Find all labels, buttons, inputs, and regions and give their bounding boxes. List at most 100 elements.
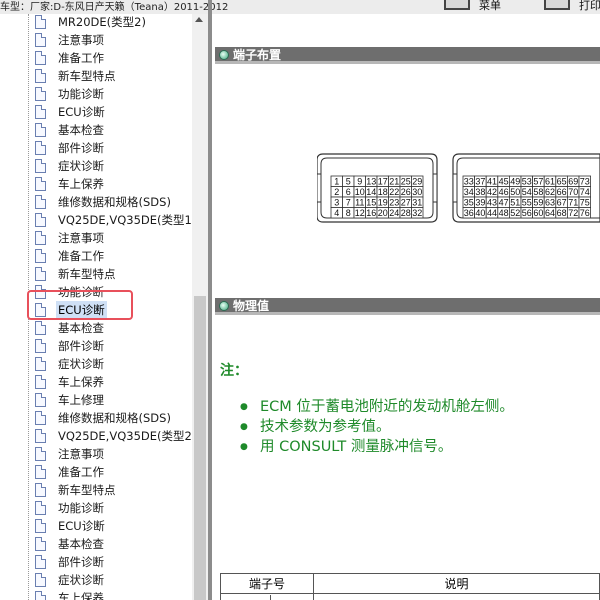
pin-number: 29 [412,177,422,187]
menu-button[interactable]: 菜单 [444,0,501,12]
left-pin-grid: 1 5 9 13 17 21 25 292 6 10 14 18 22 26 303 7 11 15 19 23 27 3… [330,175,424,219]
document-icon [35,483,46,497]
pin-number: 33 [464,177,474,187]
tree-item-label: 症状诊断 [58,573,104,587]
pin-number: 20 [378,208,388,218]
pin-number: 10 [355,187,365,197]
tree-item-label: 部件诊断 [58,141,104,155]
pin-number: 63 [545,198,555,208]
tree-item-label: ECU诊断 [58,519,105,533]
pin-number: 62 [545,187,555,197]
navigation-tree: MR20DE(类型2) 注意事项 准备工作 新车型特点 功能诊断 ECU诊断 基本检查 部件诊… [0,14,208,600]
section-header-physical-values: 物理值 [215,298,600,315]
pin-number: 70 [568,187,578,197]
document-icon [35,591,46,600]
pin-number: 61 [545,177,555,187]
tree-scrollbar[interactable] [192,14,208,600]
document-icon [35,33,46,47]
pin-number: 28 [401,208,411,218]
section-title: 物理值 [233,299,270,313]
pin-number: 67 [557,198,567,208]
pin-number: 51 [510,198,520,208]
document-icon [35,573,46,587]
tree-item-label: VQ25DE,VQ35DE(类型2) [58,429,197,443]
tree-item-label: 维修数据和规格(SDS) [58,195,171,209]
pin-number: 75 [580,198,590,208]
pin-number: 25 [401,177,411,187]
tree-item-label: 维修数据和规格(SDS) [58,411,171,425]
pin-number: 14 [366,187,376,197]
pin-number: 49 [510,177,520,187]
pin-number: 34 [464,187,474,197]
tree-item-label: ECU诊断 [58,105,105,119]
content-pane: 端子布置 1 5 9 13 17 21 25 29 2 6 10 14 18 22 26 30 3 7 11 15 19… [212,14,600,600]
right-pin-grid: 33 37 41 45 49 53 57 61 65 69 73 34 38 42 46 50 54 58 62 66… [462,175,592,219]
app-window: 车型：厂家:D-东风日产天籁（Teana）2011-2012 菜单 打印 MR2… [0,0,600,600]
pin-number: 1 [334,177,339,187]
pin-number: 16 [366,208,376,218]
note-item: 用 CONSULT 测量脉冲信号。 [240,437,514,457]
selection-highlight-box [27,290,133,320]
pin-number: 4 [334,208,339,218]
scroll-thumb[interactable] [194,296,206,600]
pin-number: 21 [389,177,399,187]
terminal-no-header: 端子号 [220,573,314,594]
pin-number: 45 [499,177,509,187]
section-title: 端子布置 [233,48,282,62]
pin-number: 66 [557,187,567,197]
tree-item-label: MR20DE(类型2) [58,15,146,29]
tree-item-label: 基本检查 [58,321,104,335]
print-button[interactable]: 打印 [544,0,600,12]
pin-number: 26 [401,187,411,197]
pin-number: 30 [412,187,422,197]
tree-item-label: 注意事项 [58,33,104,47]
pin-number: 35 [464,198,474,208]
pin-number: 64 [545,208,555,218]
tree-item-label: VQ25DE,VQ35DE(类型1) [58,213,197,227]
pin-number: 46 [499,187,509,197]
pin-number: 3 [334,198,339,208]
print-button-label: 打印 [579,0,600,12]
pin-number: 76 [580,208,590,218]
pin-number: 43 [487,198,497,208]
connector-left: 1 5 9 13 17 21 25 292 6 10 14 18 22 26 303 7 11 15 19 23 27 3… [317,153,438,223]
tree-item-label: 基本检查 [58,123,104,137]
pin-number: 11 [355,198,364,208]
pin-number: 37 [475,177,485,187]
document-icon [35,267,46,281]
pin-number: 50 [510,187,520,197]
note-label: 注： [220,363,248,379]
tree-item-label: 准备工作 [58,465,104,479]
document-icon [35,69,46,83]
document-icon [35,519,46,533]
pin-number: 6 [346,187,351,197]
document-icon [35,231,46,245]
pin-number: 38 [475,187,485,197]
pin-number: 13 [366,177,376,187]
document-icon [35,393,46,407]
pin-number: 52 [510,208,520,218]
tree-item-label: 车上保养 [58,591,104,600]
pin-number: 58 [533,187,543,197]
scroll-up-icon[interactable] [195,17,203,22]
print-icon [544,0,570,10]
tree-item-label: 车上修理 [58,393,104,407]
pin-number: 56 [522,208,532,218]
pin-number: 41 [487,177,497,187]
section-header-terminal-layout: 端子布置 [215,47,600,64]
tree-item-label: 功能诊断 [58,501,104,515]
tree-item-label: 部件诊断 [58,555,104,569]
tree-item-label: 新车型特点 [58,483,116,497]
note-item: ECM 位于蓄电池附近的发动机舱左侧。 [240,397,514,417]
top-toolbar: 车型：厂家:D-东风日产天籁（Teana）2011-2012 菜单 打印 [0,0,600,14]
document-icon [35,555,46,569]
pin-number: 19 [378,198,388,208]
section-bullet-icon [219,50,229,60]
tree-item-label: 车上保养 [58,375,104,389]
document-icon [35,177,46,191]
document-icon [35,321,46,335]
description-header: 说明 [313,573,600,594]
section-bullet-icon [219,301,229,311]
pin-number: 68 [557,208,567,218]
pin-number: 69 [568,177,578,187]
